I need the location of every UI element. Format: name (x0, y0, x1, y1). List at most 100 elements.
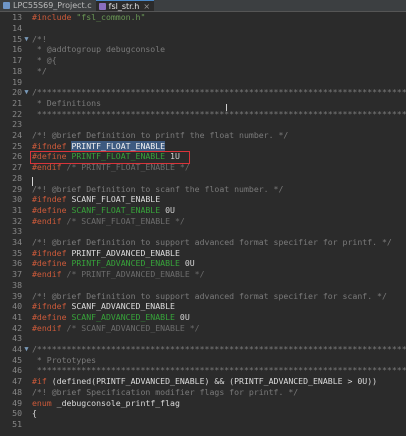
code-line[interactable]: 33 (0, 226, 406, 237)
code-line[interactable]: 14 (0, 23, 406, 34)
code-text: enum _debugconsole_printf_flag (31, 398, 180, 408)
line-number: 14 (12, 23, 22, 34)
line-number: 36 (12, 258, 22, 269)
line-number: 47 (12, 376, 22, 387)
code-text: #ifndef PRINTF_FLOAT_ENABLE (31, 140, 166, 151)
code-text: ****************************************… (31, 365, 406, 375)
line-number: 49 (12, 397, 22, 408)
code-line[interactable]: 44 ▼/************************************… (0, 344, 406, 355)
code-line[interactable]: 31 #define SCANF_FLOAT_ENABLE 0U (0, 205, 406, 216)
code-token: PRINTF_FLOAT_ENABLE (71, 140, 166, 151)
line-number: 40 (12, 301, 22, 312)
code-token: _debugconsole_printf_flag (56, 397, 180, 408)
code-text: #define PRINTF_ADVANCED_ENABLE 0U (31, 258, 195, 268)
line-number: 29 (12, 183, 22, 194)
line-number: 25 (12, 140, 22, 151)
code-line[interactable]: 15 ▼/*! (0, 33, 406, 44)
code-token: #define (32, 311, 72, 322)
code-token: SCANF_ADVANCED_ENABLE (71, 301, 175, 312)
fold-toggle-icon[interactable]: ▼ (22, 345, 31, 353)
line-number: 31 (12, 204, 22, 215)
code-token: #endif (32, 269, 67, 280)
code-token: #include (32, 12, 77, 23)
code-token: 0U (184, 258, 195, 269)
code-token: #ifndef (32, 194, 72, 205)
code-text: #endif /* PRINTF_ADVANCED_ENABLE */ (31, 269, 205, 279)
code-line[interactable]: 20 ▼/************************************… (0, 87, 406, 98)
tab-1[interactable]: fsl_str.h × (95, 0, 155, 11)
code-line[interactable]: 40 #ifndef SCANF_ADVANCED_ENABLE (0, 301, 406, 312)
code-line[interactable]: 18 */ (0, 66, 406, 77)
code-line[interactable]: 39 /*! @brief Definition to support advan… (0, 290, 406, 301)
line-number: 42 (12, 322, 22, 333)
code-line[interactable]: 25 #ifndef PRINTF_FLOAT_ENABLE (0, 140, 406, 151)
code-token: /* SCANF_FLOAT_ENABLE */ (66, 215, 185, 226)
code-line[interactable]: 29 /*! @brief Definition to scanf the flo… (0, 183, 406, 194)
code-token: #endif (32, 322, 67, 333)
code-line[interactable]: 22 *************************************… (0, 108, 406, 119)
code-text: * @addtogroup debugconsole (31, 44, 165, 54)
code-text: /*! (31, 34, 47, 44)
fold-toggle-icon[interactable]: ▼ (22, 35, 31, 43)
line-number: 16 (12, 44, 22, 55)
code-line[interactable]: 50 { (0, 408, 406, 419)
code-line[interactable]: 35 #ifndef PRINTF_ADVANCED_ENABLE (0, 247, 406, 258)
code-text: /*! @brief Definition to scanf the float… (31, 184, 283, 194)
code-line[interactable]: 21 * Definitions (0, 98, 406, 109)
code-token: 0U (179, 311, 190, 322)
code-line[interactable]: 45 * Prototypes (0, 354, 406, 365)
code-token: ****************************************… (32, 108, 406, 119)
line-number: 34 (12, 237, 22, 248)
code-line[interactable]: 23 (0, 119, 406, 130)
code-token: */ (32, 65, 47, 76)
code-line[interactable]: 34 /*! @brief Definition to support advan… (0, 237, 406, 248)
code-text: #include "fsl_common.h" (31, 12, 145, 22)
code-line[interactable]: 38 (0, 280, 406, 291)
line-number: 41 (12, 311, 22, 322)
code-line[interactable]: 32 #endif /* SCANF_FLOAT_ENABLE */ (0, 215, 406, 226)
code-line[interactable]: 43 (0, 333, 406, 344)
code-token: * @{ (32, 55, 57, 66)
code-line[interactable]: 42 #endif /* SCANF_ADVANCED_ENABLE */ (0, 322, 406, 333)
line-number: 13 (12, 12, 22, 23)
code-token: /*! @brief Specification modifier flags … (32, 386, 299, 397)
code-line[interactable]: 51 (0, 419, 406, 430)
line-number: 18 (12, 65, 22, 76)
code-text: * Prototypes (31, 355, 96, 365)
fold-toggle-icon[interactable]: ▼ (22, 88, 31, 96)
code-line[interactable]: 37 #endif /* PRINTF_ADVANCED_ENABLE */ (0, 269, 406, 280)
code-text: { (31, 408, 37, 418)
line-number: 17 (12, 55, 22, 66)
line-number: 46 (12, 365, 22, 376)
tab-0[interactable]: LPC55S69_Project.c (0, 0, 96, 11)
code-editor[interactable]: 13 #include "fsl_common.h" 14 15 ▼/*! 16 * @a… (0, 12, 406, 436)
line-number: 27 (12, 162, 22, 173)
editor-tab-bar: LPC55S69_Project.c fsl_str.h × (0, 0, 406, 12)
code-line[interactable]: 24 /*! @brief Definition to printf the fl… (0, 130, 406, 141)
code-line[interactable]: 19 (0, 76, 406, 87)
code-line[interactable]: 17 * @{ (0, 55, 406, 66)
code-text: #ifndef SCANF_ADVANCED_ENABLE (31, 301, 175, 311)
code-token: (defined(PRINTF_ADVANCED_ENABLE) && (PRI… (51, 376, 378, 387)
code-line[interactable]: 16 * @addtogroup debugconsole (0, 44, 406, 55)
code-line[interactable]: 48 /*! @brief Specification modifier flag… (0, 387, 406, 398)
code-token: /*! @brief Definition to support advance… (32, 237, 392, 248)
line-number: 26 (12, 151, 22, 162)
code-token: SCANF_ADVANCED_ENABLE (71, 311, 180, 322)
code-text: /*! @brief Definition to support advance… (31, 291, 387, 301)
line-number: 20 (12, 87, 22, 98)
code-line[interactable]: 30 #ifndef SCANF_FLOAT_ENABLE (0, 194, 406, 205)
line-number: 28 (12, 172, 22, 183)
code-line[interactable]: 41 #define SCANF_ADVANCED_ENABLE 0U (0, 312, 406, 323)
close-tab-icon[interactable]: × (143, 2, 150, 11)
line-number: 33 (12, 226, 22, 237)
code-line[interactable]: 47 #if (defined(PRINTF_ADVANCED_ENABLE) &… (0, 376, 406, 387)
code-token: #ifndef (32, 301, 72, 312)
code-line[interactable]: 46 *************************************… (0, 365, 406, 376)
code-line[interactable]: 36 #define PRINTF_ADVANCED_ENABLE 0U (0, 258, 406, 269)
code-line[interactable]: 28 (0, 173, 406, 184)
code-line[interactable]: 49 enum _debugconsole_printf_flag (0, 397, 406, 408)
line-number: 32 (12, 215, 22, 226)
line-number: 39 (12, 290, 22, 301)
code-line[interactable]: 13 #include "fsl_common.h" (0, 12, 406, 23)
